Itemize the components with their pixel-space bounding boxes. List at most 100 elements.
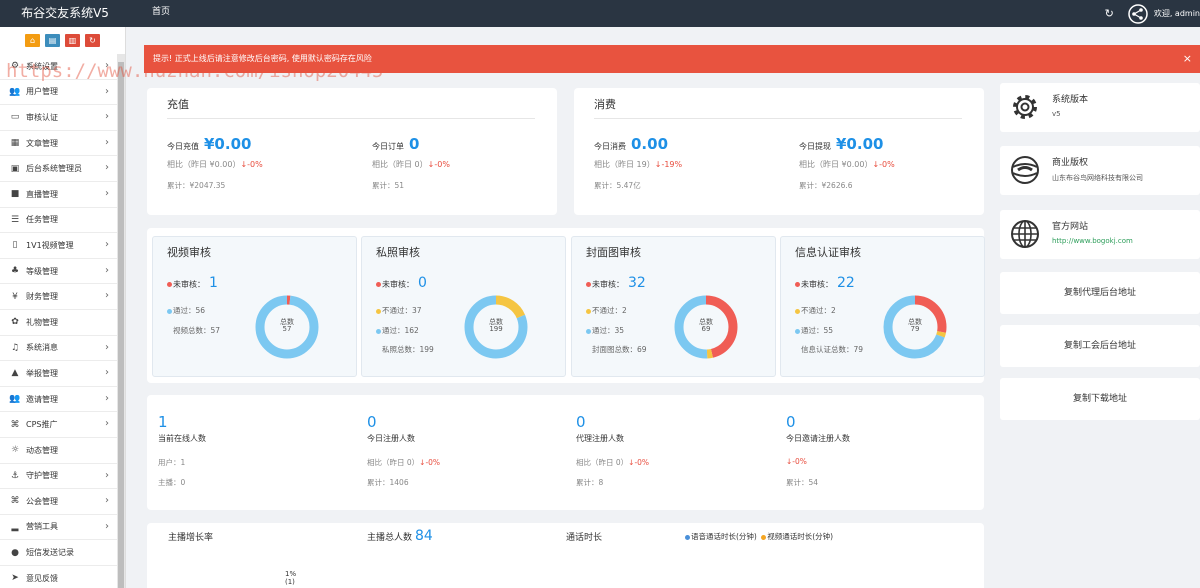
chevron-right-icon: › bbox=[105, 418, 109, 430]
review-total-row: 私照总数：199 bbox=[382, 345, 434, 354]
copy-guild-url-button[interactable]: 复制工会后台地址 bbox=[1000, 325, 1200, 367]
pending-value: 0 bbox=[418, 275, 427, 291]
today-withdraw-label: 今日提现 bbox=[799, 142, 831, 151]
document-icon[interactable]: ▤ bbox=[45, 34, 60, 47]
union-icon: ⌘ bbox=[10, 496, 20, 507]
sidebar-item[interactable]: ☼ 动态管理 bbox=[0, 438, 125, 464]
nav-home-link[interactable]: 首页 bbox=[152, 0, 170, 25]
sidebar-item[interactable]: ✿ 礼物管理 bbox=[0, 310, 125, 336]
sidebar-item[interactable]: ▯ 1V1视频管理 › bbox=[0, 233, 125, 259]
pending-value: 32 bbox=[628, 275, 646, 291]
legend-video[interactable]: 视频通话时长(分钟) bbox=[767, 532, 833, 541]
sidebar-item[interactable]: ♣ 等级管理 › bbox=[0, 259, 125, 285]
review-title: 视频审核 bbox=[167, 246, 211, 259]
sidebar-item[interactable]: ⚓ 守护管理 › bbox=[0, 464, 125, 490]
sidebar-item-label: 守护管理 bbox=[26, 471, 58, 481]
sidebar-item[interactable]: ▂ 营销工具 › bbox=[0, 515, 125, 541]
legend-video-dot bbox=[761, 534, 767, 540]
review-row: 不通过：2 bbox=[586, 305, 627, 316]
donut-total-value: 199 bbox=[489, 325, 503, 333]
refresh-icon[interactable]: ↻ bbox=[1105, 7, 1114, 20]
chevron-right-icon: › bbox=[105, 239, 109, 251]
review-card-cover-image: 封面图审核 未审核： 32 不通过：2 通过：35 封面图总数：69 总数 69 bbox=[571, 236, 776, 377]
copyright-value: 山东布谷鸟网络科技有限公司 bbox=[1052, 174, 1143, 182]
site-link[interactable]: http://www.bogokj.com bbox=[1052, 237, 1133, 245]
chevron-right-icon: › bbox=[105, 162, 109, 174]
sidebar-item[interactable]: ▲ 举报管理 › bbox=[0, 361, 125, 387]
sidebar-item[interactable]: ⌘ CPS推广 › bbox=[0, 412, 125, 438]
top-right-area: ↻ 欢迎, admin bbox=[1105, 0, 1200, 27]
refresh-icon[interactable]: ↻ bbox=[85, 34, 100, 47]
call-legend: 语音通话时长(分钟) 视频通话时长(分钟) bbox=[685, 531, 833, 542]
sidebar-item[interactable]: 👥 邀请管理 › bbox=[0, 387, 125, 413]
today-withdraw-stat: 今日提现 ¥0.00 相比（昨日 ¥0.00）↓-0% 累计：¥2626.6 bbox=[799, 135, 979, 190]
sidebar-item[interactable]: ⌘ 公会管理 › bbox=[0, 489, 125, 515]
sidebar-item[interactable]: ☰ 任务管理 bbox=[0, 208, 125, 234]
sidebar-item[interactable]: ♫ 系统消息 › bbox=[0, 336, 125, 362]
yellow-dot bbox=[795, 308, 800, 314]
copyright-globe-icon bbox=[1011, 156, 1039, 184]
review-row: 不通过：2 bbox=[795, 305, 836, 316]
review-row-text: 通过：55 bbox=[801, 326, 834, 335]
blue-dot bbox=[586, 328, 591, 334]
server-icon: ☰ bbox=[10, 214, 20, 225]
version-title: 系统版本 bbox=[1052, 95, 1089, 105]
blue-dot bbox=[795, 328, 800, 334]
anchor-growth-title: 主播增长率 bbox=[168, 533, 214, 543]
agent-register-compare: 相比（昨日 0）↓-0% bbox=[576, 457, 649, 468]
sidebar-item[interactable]: ▣ 后台系统管理员 › bbox=[0, 156, 125, 182]
admin-card-icon: ▣ bbox=[10, 163, 20, 174]
alert-text: 提示! 正式上线后请注意修改后台密码, 使用默认密码存在风险 bbox=[153, 54, 372, 63]
sidebar-item[interactable]: 👥 用户管理 › bbox=[0, 80, 125, 106]
sidebar-item[interactable]: ▭ 审核认证 › bbox=[0, 105, 125, 131]
sidebar-item-label: 意见反馈 bbox=[26, 573, 58, 583]
review-total-row: 信息认证总数：79 bbox=[801, 345, 864, 354]
scrollbar-thumb[interactable] bbox=[118, 62, 124, 588]
sidebar-item-label: 等级管理 bbox=[26, 266, 58, 276]
copy-download-url-button[interactable]: 复制下载地址 bbox=[1000, 378, 1200, 420]
home-icon[interactable]: ⌂ bbox=[25, 34, 40, 47]
today-order-value: 0 bbox=[409, 135, 420, 153]
warning-alert: 提示! 正式上线后请注意修改后台密码, 使用默认密码存在风险 × bbox=[144, 45, 1200, 73]
sidebar-item-label: 公会管理 bbox=[26, 496, 58, 506]
review-row-text: 不通过：2 bbox=[801, 306, 836, 315]
sidebar-scrollbar[interactable] bbox=[117, 54, 125, 588]
consume-card: 消费 今日消费 0.00 相比（昨日 19）↓-19% 累计：5.47亿 今日提现… bbox=[574, 88, 984, 215]
legend-voice[interactable]: 语音通话时长(分钟) bbox=[691, 532, 757, 541]
pending-label: 未审核： bbox=[382, 280, 414, 289]
sidebar-item-label: 审核认证 bbox=[26, 112, 58, 122]
close-icon[interactable]: × bbox=[1183, 45, 1192, 73]
signal-icon: ▂ bbox=[11, 521, 19, 532]
sidebar-item[interactable]: ■ 直播管理 › bbox=[0, 182, 125, 208]
sidebar-item-label: 1V1视频管理 bbox=[26, 240, 74, 250]
id-card-icon: ▭ bbox=[10, 112, 20, 123]
trash-icon[interactable]: ▥ bbox=[65, 34, 80, 47]
online-anchors-detail: 主播：0 bbox=[158, 478, 186, 487]
sidebar-item-label: 短信发送记录 bbox=[26, 548, 74, 558]
sidebar-item[interactable]: ➤ 意见反馈 bbox=[0, 566, 125, 588]
review-row: 不通过：37 bbox=[376, 305, 422, 316]
sidebar-item-label: 后台系统管理员 bbox=[26, 164, 82, 174]
legend-voice-dot bbox=[685, 534, 690, 540]
sidebar-item[interactable]: ¥ 财务管理 › bbox=[0, 284, 125, 310]
sidebar-item[interactable]: ▦ 文章管理 › bbox=[0, 131, 125, 157]
sidebar-item[interactable]: ● 短信发送记录 bbox=[0, 540, 125, 566]
top-bar: 布谷交友系统V5 首页 ↻ 欢迎, admin bbox=[0, 0, 1200, 27]
today-recharge-label: 今日充值 bbox=[167, 142, 199, 151]
pending-label: 未审核： bbox=[173, 280, 205, 289]
bottom-charts-panel: 主播增长率 主播总人数 84 通话时长 语音通话时长(分钟) 视频通话时长(分钟)… bbox=[147, 523, 984, 588]
gear-icon bbox=[1013, 95, 1037, 119]
divider bbox=[594, 118, 962, 119]
share-hub-icon[interactable] bbox=[1128, 3, 1148, 24]
agent-register-value: 0 bbox=[576, 413, 586, 431]
red-dot bbox=[167, 282, 172, 287]
invite-register-label: 今日邀请注册人数 bbox=[786, 434, 850, 443]
copy-agent-url-button[interactable]: 复制代理后台地址 bbox=[1000, 272, 1200, 314]
pending-value: 1 bbox=[209, 275, 218, 291]
sidebar-nav: ⚙ 系统设置 › 👥 用户管理 › ▭ 审核认证 › ▦ 文章管理 › ▣ 后台系统管理员 › ■ 直播管理 › ☰… bbox=[0, 54, 125, 588]
handshake-icon: ⌘ bbox=[10, 419, 20, 430]
welcome-user[interactable]: 欢迎, admin bbox=[1154, 8, 1200, 19]
sidebar-item-label: 礼物管理 bbox=[26, 317, 58, 327]
today-order-label: 今日订单 bbox=[372, 142, 404, 151]
red-dot bbox=[586, 282, 591, 287]
